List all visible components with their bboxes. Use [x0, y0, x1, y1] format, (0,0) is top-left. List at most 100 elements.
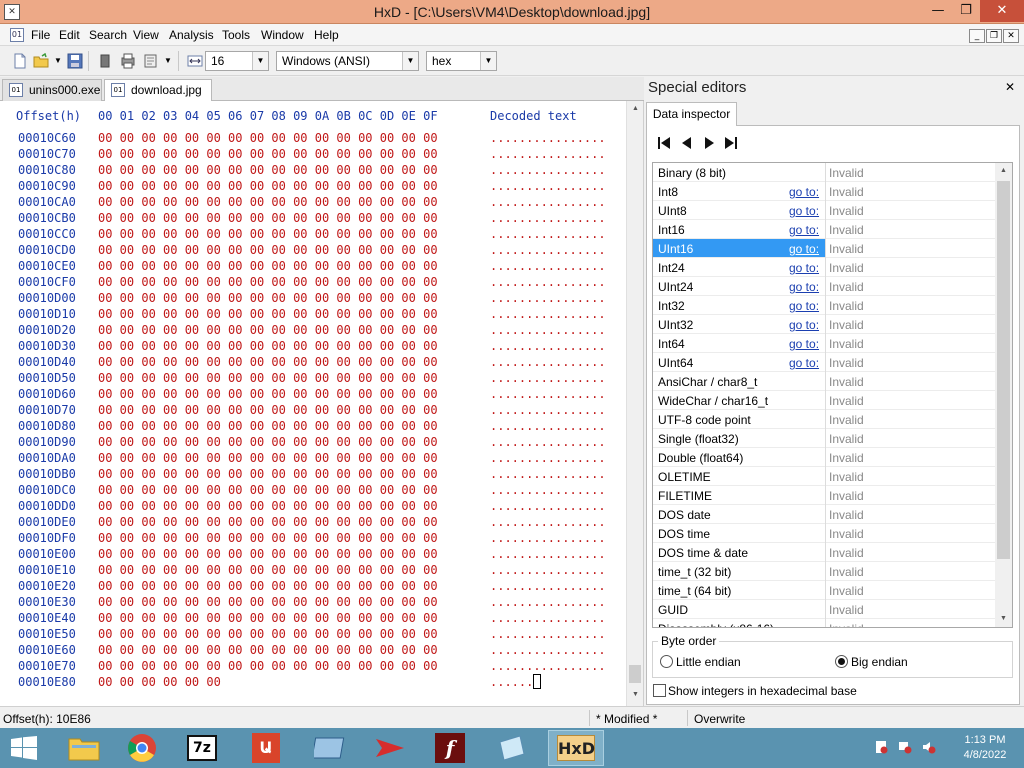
windows-start-icon[interactable]: [10, 736, 38, 760]
inspector-row[interactable]: time_t (64 bit) Invalid: [653, 581, 995, 600]
row-decoded-text[interactable]: ................: [490, 243, 606, 257]
inspector-value[interactable]: Invalid: [825, 505, 995, 524]
inspector-value[interactable]: Invalid: [825, 543, 995, 562]
inspector-row[interactable]: UInt64 go to: Invalid: [653, 353, 995, 372]
row-bytes[interactable]: 00 00 00 00 00 00: [98, 675, 221, 689]
row-decoded-text[interactable]: ................: [490, 291, 606, 305]
row-offset[interactable]: 00010DE0: [18, 515, 76, 529]
row-decoded-text[interactable]: ................: [490, 323, 606, 337]
inspector-row[interactable]: OLETIME Invalid: [653, 467, 995, 486]
inspector-value[interactable]: Invalid: [825, 467, 995, 486]
last-icon[interactable]: [722, 135, 740, 151]
document-icon[interactable]: 01: [10, 28, 24, 42]
row-offset[interactable]: 00010C70: [18, 147, 76, 161]
status-mode[interactable]: Overwrite: [694, 712, 745, 726]
goto-link[interactable]: go to:: [789, 280, 819, 294]
inspector-value[interactable]: Invalid: [825, 391, 995, 410]
row-bytes[interactable]: 00 00 00 00 00 00 00 00 00 00 00 00 00 0…: [98, 195, 438, 209]
row-decoded-text[interactable]: ................: [490, 419, 606, 433]
goto-link[interactable]: go to:: [789, 337, 819, 351]
inspector-row[interactable]: Int64 go to: Invalid: [653, 334, 995, 353]
chevron-down-icon[interactable]: ▼: [480, 52, 496, 70]
row-offset[interactable]: 00010E60: [18, 643, 76, 657]
row-decoded-text[interactable]: ................: [490, 435, 606, 449]
chevron-down-icon[interactable]: ▼: [402, 52, 418, 70]
inspector-value[interactable]: Invalid: [825, 277, 995, 296]
row-offset[interactable]: 00010D60: [18, 387, 76, 401]
previous-icon[interactable]: [678, 135, 696, 151]
row-bytes[interactable]: 00 00 00 00 00 00 00 00 00 00 00 00 00 0…: [98, 595, 438, 609]
row-bytes[interactable]: 00 00 00 00 00 00 00 00 00 00 00 00 00 0…: [98, 307, 438, 321]
properties-icon[interactable]: [143, 53, 159, 69]
goto-link[interactable]: go to:: [789, 223, 819, 237]
row-bytes[interactable]: 00 00 00 00 00 00 00 00 00 00 00 00 00 0…: [98, 163, 438, 177]
row-bytes[interactable]: 00 00 00 00 00 00 00 00 00 00 00 00 00 0…: [98, 515, 438, 529]
inspector-value[interactable]: Invalid: [825, 182, 995, 201]
new-file-icon[interactable]: [12, 53, 28, 69]
row-bytes[interactable]: 00 00 00 00 00 00 00 00 00 00 00 00 00 0…: [98, 531, 438, 545]
row-decoded-text[interactable]: ................: [490, 371, 606, 385]
row-offset[interactable]: 00010E40: [18, 611, 76, 625]
row-offset[interactable]: 00010D20: [18, 323, 76, 337]
scroll-up-icon[interactable]: ▲: [995, 163, 1012, 179]
scroll-up-icon[interactable]: ▲: [627, 101, 644, 117]
print-icon[interactable]: [120, 53, 136, 69]
inspector-value[interactable]: Invalid: [825, 448, 995, 467]
inspector-value[interactable]: Invalid: [825, 258, 995, 277]
row-offset[interactable]: 00010DC0: [18, 483, 76, 497]
inspector-row[interactable]: GUID Invalid: [653, 600, 995, 619]
big-endian-radio[interactable]: [835, 655, 848, 668]
inspector-row[interactable]: UInt24 go to: Invalid: [653, 277, 995, 296]
inspector-row[interactable]: DOS date Invalid: [653, 505, 995, 524]
row-bytes[interactable]: 00 00 00 00 00 00 00 00 00 00 00 00 00 0…: [98, 387, 438, 401]
row-bytes[interactable]: 00 00 00 00 00 00 00 00 00 00 00 00 00 0…: [98, 355, 438, 369]
hxd-taskbar-button[interactable]: HxD: [548, 730, 604, 766]
notes-taskbar-button[interactable]: [484, 730, 540, 766]
inspector-value[interactable]: Invalid: [825, 372, 995, 391]
tab-download-jpg[interactable]: 01 download.jpg: [104, 79, 212, 102]
inspector-row[interactable]: Single (float32) Invalid: [653, 429, 995, 448]
chrome-taskbar-button[interactable]: [114, 730, 170, 766]
action-center-icon[interactable]: [874, 740, 888, 754]
row-offset[interactable]: 00010CB0: [18, 211, 76, 225]
volume-muted-icon[interactable]: [922, 740, 936, 754]
inspector-row[interactable]: AnsiChar / char8_t Invalid: [653, 372, 995, 391]
inspector-value[interactable]: Invalid: [825, 201, 995, 220]
row-decoded-text[interactable]: ................: [490, 611, 606, 625]
split-icon[interactable]: [97, 53, 113, 69]
row-offset[interactable]: 00010E10: [18, 563, 76, 577]
open-folder-icon[interactable]: [33, 53, 49, 69]
goto-link[interactable]: go to:: [789, 356, 819, 370]
row-bytes[interactable]: 00 00 00 00 00 00 00 00 00 00 00 00 00 0…: [98, 435, 438, 449]
inspector-value[interactable]: Invalid: [825, 600, 995, 619]
inspector-value[interactable]: Invalid: [825, 524, 995, 543]
row-bytes[interactable]: 00 00 00 00 00 00 00 00 00 00 00 00 00 0…: [98, 611, 438, 625]
big-endian-label[interactable]: Big endian: [851, 655, 908, 669]
row-bytes[interactable]: 00 00 00 00 00 00 00 00 00 00 00 00 00 0…: [98, 627, 438, 641]
tab-unins000-exe[interactable]: 01 unins000.exe: [2, 79, 102, 101]
row-decoded-text[interactable]: ................: [490, 483, 606, 497]
row-offset[interactable]: 00010D70: [18, 403, 76, 417]
row-decoded-text[interactable]: ................: [490, 259, 606, 273]
inspector-row[interactable]: UInt16 go to: Invalid: [653, 239, 995, 258]
row-offset[interactable]: 00010E80: [18, 675, 76, 689]
inspector-row[interactable]: Int32 go to: Invalid: [653, 296, 995, 315]
row-offset[interactable]: 00010D80: [18, 419, 76, 433]
row-bytes[interactable]: 00 00 00 00 00 00 00 00 00 00 00 00 00 0…: [98, 243, 438, 257]
row-bytes[interactable]: 00 00 00 00 00 00 00 00 00 00 00 00 00 0…: [98, 547, 438, 561]
row-bytes[interactable]: 00 00 00 00 00 00 00 00 00 00 00 00 00 0…: [98, 499, 438, 513]
row-bytes[interactable]: 00 00 00 00 00 00 00 00 00 00 00 00 00 0…: [98, 147, 438, 161]
inspector-row[interactable]: UTF-8 code point Invalid: [653, 410, 995, 429]
mdi-close-button[interactable]: ✕: [1003, 29, 1019, 43]
scroll-down-icon[interactable]: ▼: [995, 611, 1012, 627]
chevron-down-icon[interactable]: ▼: [164, 56, 172, 65]
chevron-down-icon[interactable]: ▼: [252, 52, 268, 70]
row-offset[interactable]: 00010E70: [18, 659, 76, 673]
scroll-thumb[interactable]: [997, 181, 1010, 559]
row-offset[interactable]: 00010DA0: [18, 451, 76, 465]
inspector-value[interactable]: Invalid: [825, 562, 995, 581]
file-explorer-taskbar-button[interactable]: [56, 730, 112, 766]
minimize-button[interactable]: —: [924, 0, 952, 22]
row-decoded-text[interactable]: ................: [490, 659, 606, 673]
row-offset[interactable]: 00010D90: [18, 435, 76, 449]
